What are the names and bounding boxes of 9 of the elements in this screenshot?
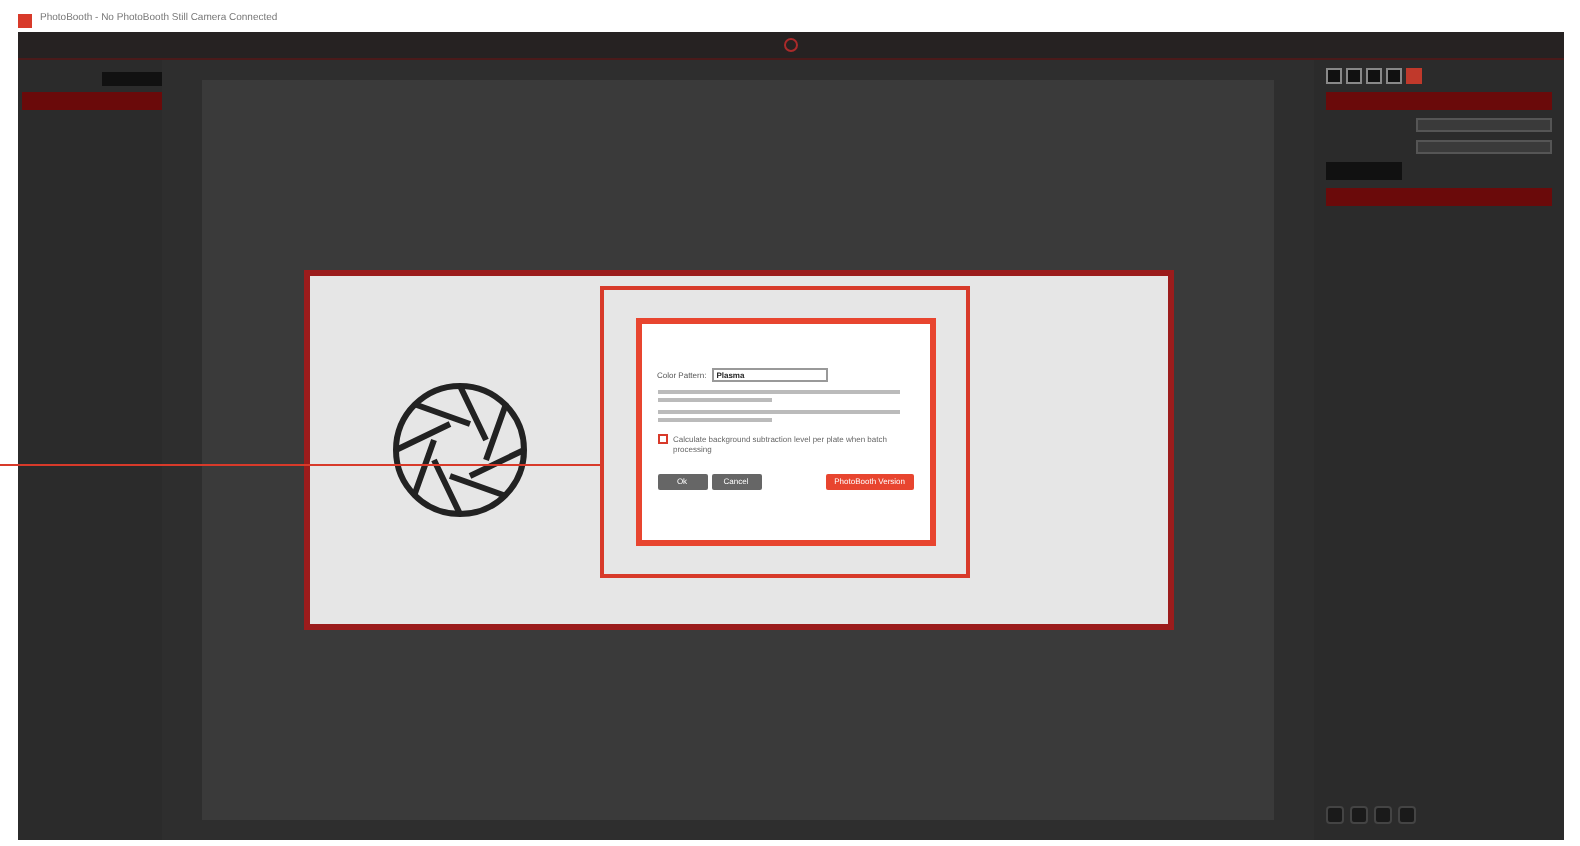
aperture-icon	[389, 380, 529, 520]
sidebar-button[interactable]	[102, 72, 162, 86]
checkbox[interactable]	[657, 434, 667, 444]
dropdown-field[interactable]	[1416, 140, 1552, 154]
sidebar-header	[22, 92, 162, 110]
panel-button[interactable]	[1326, 162, 1402, 180]
dropdown-field[interactable]	[1416, 118, 1552, 132]
logo-icon	[784, 38, 798, 52]
app-icon	[18, 13, 32, 27]
